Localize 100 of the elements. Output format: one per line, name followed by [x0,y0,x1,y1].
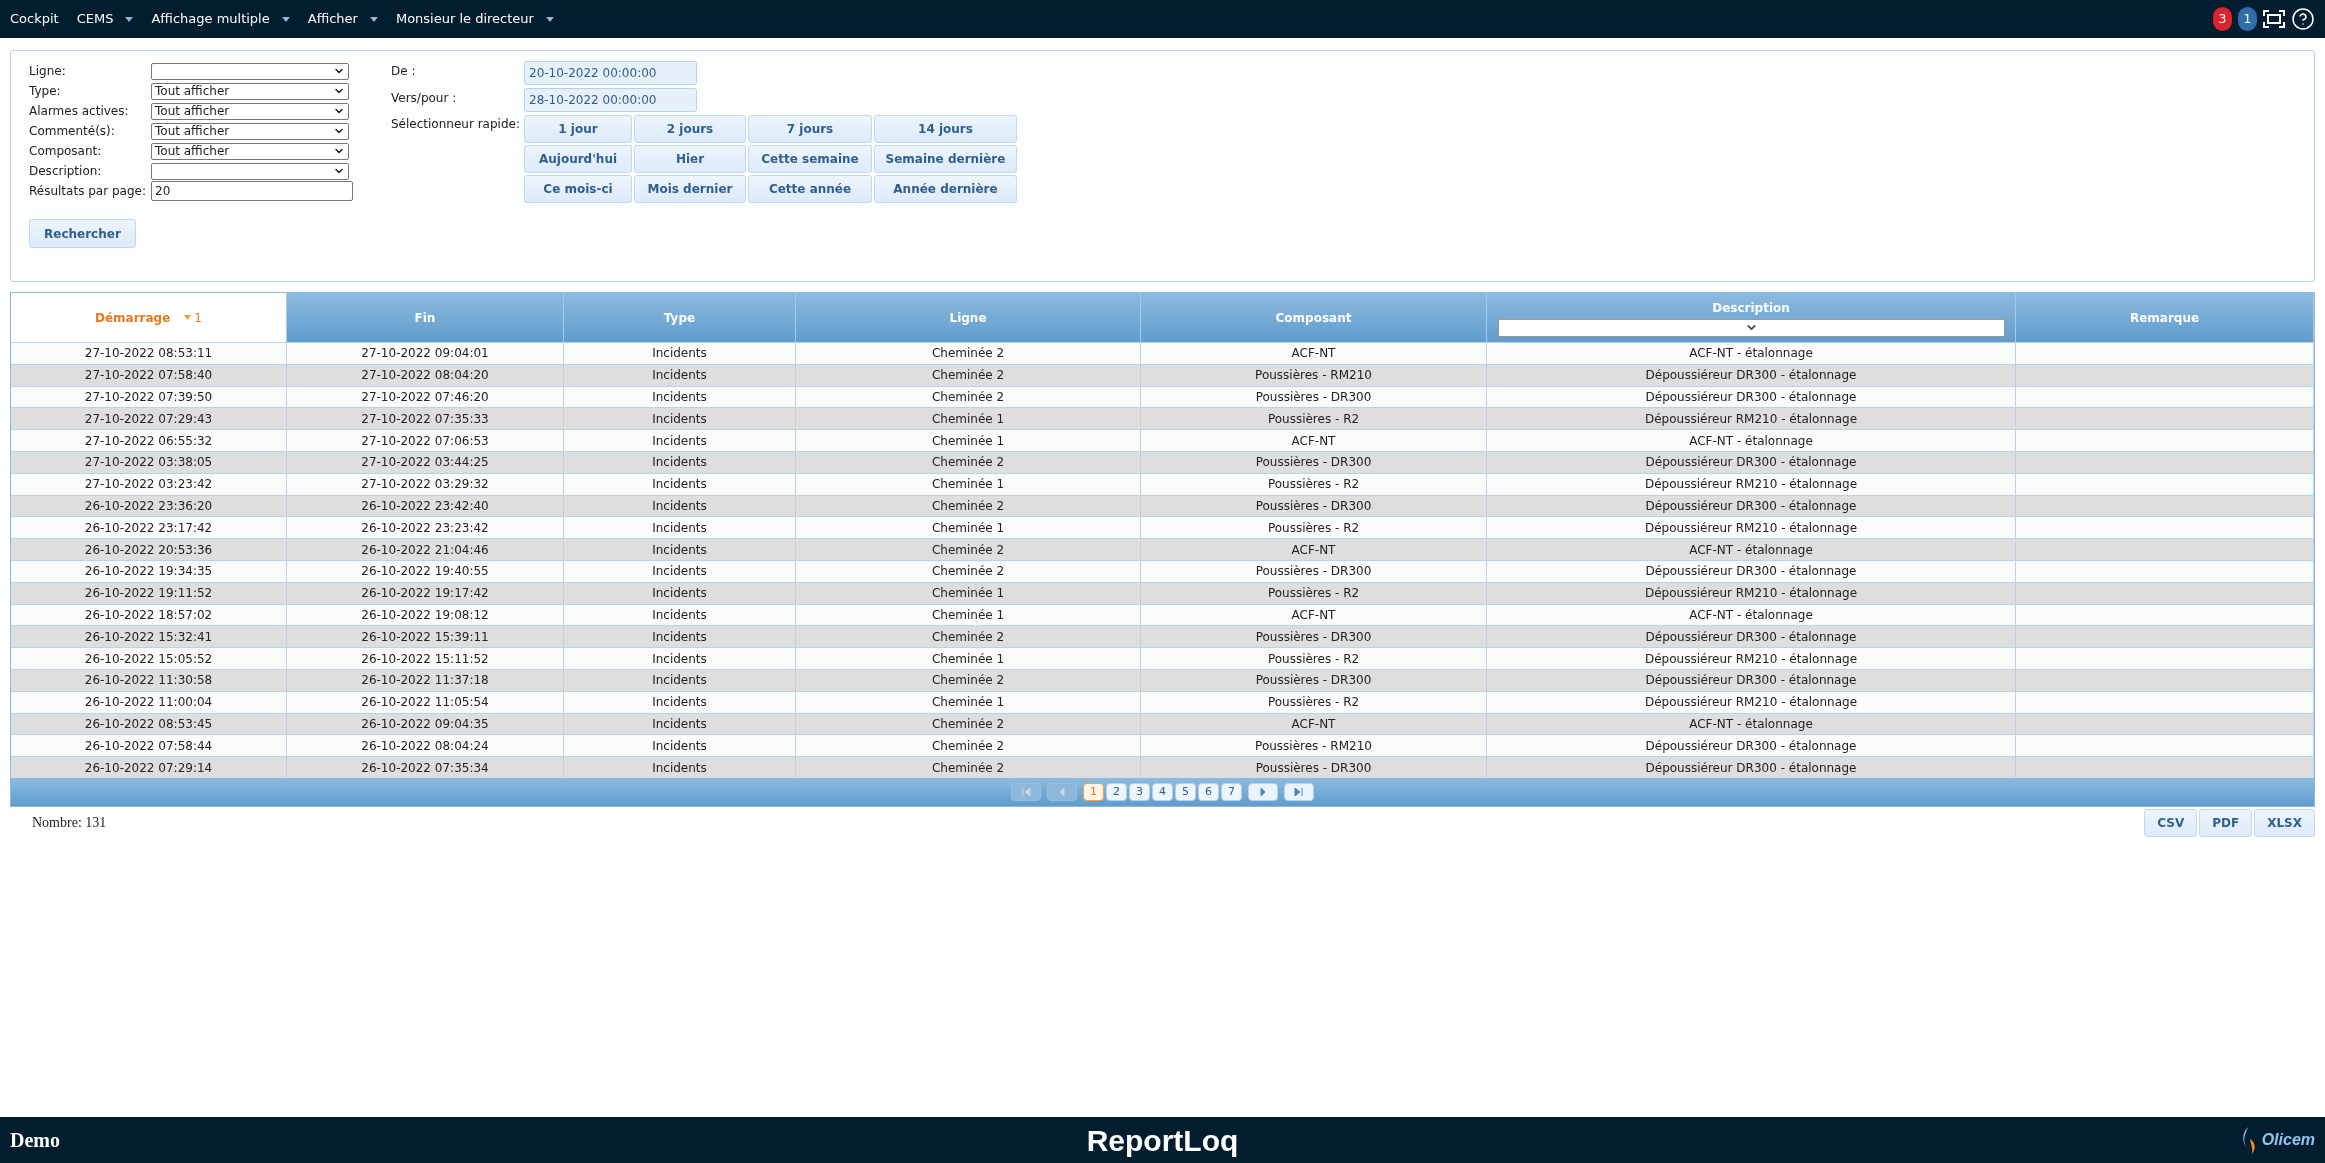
table-cell-text: Incidents [652,737,707,755]
table-cell-text: Cheminée 2 [931,628,1005,646]
quick-range-button[interactable]: 1 jour [524,115,632,143]
quick-range-button[interactable]: 2 jours [634,115,746,143]
table-cell-text: Incidents [652,606,707,624]
table-cell-text: ACF-NT [1291,606,1336,624]
filter-label: Ligne: [29,63,67,80]
table-cell-text: Poussières - R2 [1267,519,1360,537]
quick-range-button[interactable]: Année dernière [874,175,1017,203]
table-cell-text: Cheminée 2 [931,345,1005,363]
dropdown-select[interactable]: Tout afficher [151,122,349,140]
page-button[interactable]: 5 [1175,782,1196,801]
last-page-button[interactable] [1284,782,1314,801]
table-cell-text: Poussières - DR300 [1255,389,1372,406]
notification-badge[interactable]: 1 [2238,7,2257,31]
table-cell-text: Cheminée 2 [931,563,1005,581]
table-cell-text: 27-10-2022 07:35:33 [361,410,489,428]
quick-range-button[interactable]: Ce mois-ci [524,175,632,203]
nav-menu-item[interactable]: Affichage multiple [151,9,290,29]
table-cell-text: Dépoussiéreur RM210 - étalonnage [1644,585,1858,603]
quick-range-button[interactable]: 14 jours [874,115,1017,143]
table-cell-text: Incidents [652,715,707,733]
page-button[interactable]: 2 [1106,782,1127,801]
quick-range-button[interactable]: Semaine dernière [874,145,1017,173]
table-cell-text: Cheminée 2 [931,367,1005,385]
dropdown-select[interactable] [151,162,349,180]
table-cell-text: Poussières - R2 [1267,476,1360,494]
table-cell-text: Dépoussiéreur DR300 - étalonnage [1645,454,1857,472]
table-cell-text: 26-10-2022 09:04:35 [361,715,489,733]
table-cell-text: 26-10-2022 19:11:52 [84,585,213,603]
brand-name: Olicem [2261,1130,2315,1150]
table-cell-text: 26-10-2022 11:00:04 [84,694,213,712]
table-cell-text: Incidents [652,672,707,690]
table-cell-text: ACF-NT - étalonnage [1689,715,1813,733]
export-button[interactable]: XLSX [2254,808,2315,837]
quick-range-button[interactable]: Cette semaine [748,145,872,173]
nav-menu-item[interactable]: Afficher [307,9,378,29]
table-cell-text: Cheminée 1 [931,410,1005,428]
table-cell-text: Incidents [652,628,707,646]
table-cell-text: 26-10-2022 11:05:54 [361,694,489,712]
dropdown-select[interactable]: Tout afficher [151,82,349,100]
search-button[interactable]: Rechercher [29,219,136,248]
skip-arrow-icon [1020,785,1032,798]
table-cell-text: Incidents [652,367,707,385]
help-icon[interactable] [2291,7,2315,31]
table-cell-text: ACF-NT - étalonnage [1689,541,1813,559]
column-header[interactable]: Démarrage 1 [11,293,287,342]
page-button[interactable]: 3 [1129,782,1150,801]
date-field[interactable]: 20-10-2022 00:00:00 [524,61,697,85]
page-button[interactable]: 6 [1198,782,1219,801]
date-label: Vers/pour : [391,90,458,107]
table-cell-text: 27-10-2022 03:23:42 [84,476,213,494]
column-filter-select[interactable] [1497,318,2005,337]
table-cell-text: Poussières - R2 [1267,410,1360,428]
quick-range-button[interactable]: Hier [634,145,746,173]
table-cell-text: 26-10-2022 15:39:11 [361,628,489,646]
table-cell-text: Cheminée 2 [931,541,1005,559]
table-cell-text: Incidents [652,454,707,472]
filter-label: Description: [29,163,103,180]
notification-badge[interactable]: 3 [2213,7,2232,31]
page-button[interactable]: 4 [1152,782,1173,801]
table-cell-text: 26-10-2022 11:30:58 [84,672,213,690]
next-page-button[interactable] [1248,782,1278,801]
dropdown-select[interactable] [151,62,349,80]
nav-menu-item[interactable]: CEMS [76,9,134,29]
date-label: De : [391,63,417,80]
table-cell-text: 26-10-2022 21:04:46 [361,541,489,559]
dropdown-select[interactable]: Tout afficher [151,102,349,120]
nav-menu-item[interactable]: Cockpit [10,9,59,29]
table-cell-text: Poussières - RM210 [1255,367,1372,385]
table-cell-text: Incidents [652,694,707,712]
table-cell-text: ACF-NT [1291,715,1336,733]
table-cell-text: Poussières - DR300 [1255,759,1372,777]
table-cell-text: 26-10-2022 11:37:18 [361,672,489,690]
table-cell-text: Dépoussiéreur DR300 - étalonnage [1645,563,1857,581]
table-cell-text: 26-10-2022 08:53:45 [84,715,213,733]
quick-range-button[interactable]: Cette année [748,175,872,203]
quick-range-button[interactable]: Aujourd'hui [524,145,632,173]
table-cell-text: Dépoussiéreur DR300 - étalonnage [1645,759,1857,777]
table-cell-text: Dépoussiéreur RM210 - étalonnage [1644,694,1858,712]
footer-label: Demo [10,1128,60,1153]
date-field[interactable]: 28-10-2022 00:00:00 [524,88,697,112]
page-button[interactable]: 7 [1221,782,1242,801]
table-cell-text: Cheminée 2 [931,497,1005,515]
caret-icon [281,16,290,22]
table-cell-text: Dépoussiéreur DR300 - étalonnage [1645,737,1857,755]
quick-range-button[interactable]: Mois dernier [634,175,746,203]
table-cell-text: 27-10-2022 08:04:20 [361,367,489,385]
table-cell-text: 27-10-2022 03:29:32 [361,476,489,494]
filter-label: Commenté(s): [29,123,116,140]
export-button[interactable]: PDF [2199,808,2253,837]
table-cell-text: Cheminée 1 [931,606,1005,624]
fullscreen-icon[interactable] [2263,10,2285,28]
quick-range-button[interactable]: 7 jours [748,115,872,143]
nav-menu-item[interactable]: Monsieur le directeur [395,9,554,29]
dropdown-select[interactable]: Tout afficher [151,142,349,160]
table-cell-text: 26-10-2022 23:17:42 [84,519,213,537]
input-field[interactable]: 20 [151,181,353,201]
table-cell-text: Cheminée 1 [931,432,1005,450]
export-button[interactable]: CSV [2144,808,2198,837]
